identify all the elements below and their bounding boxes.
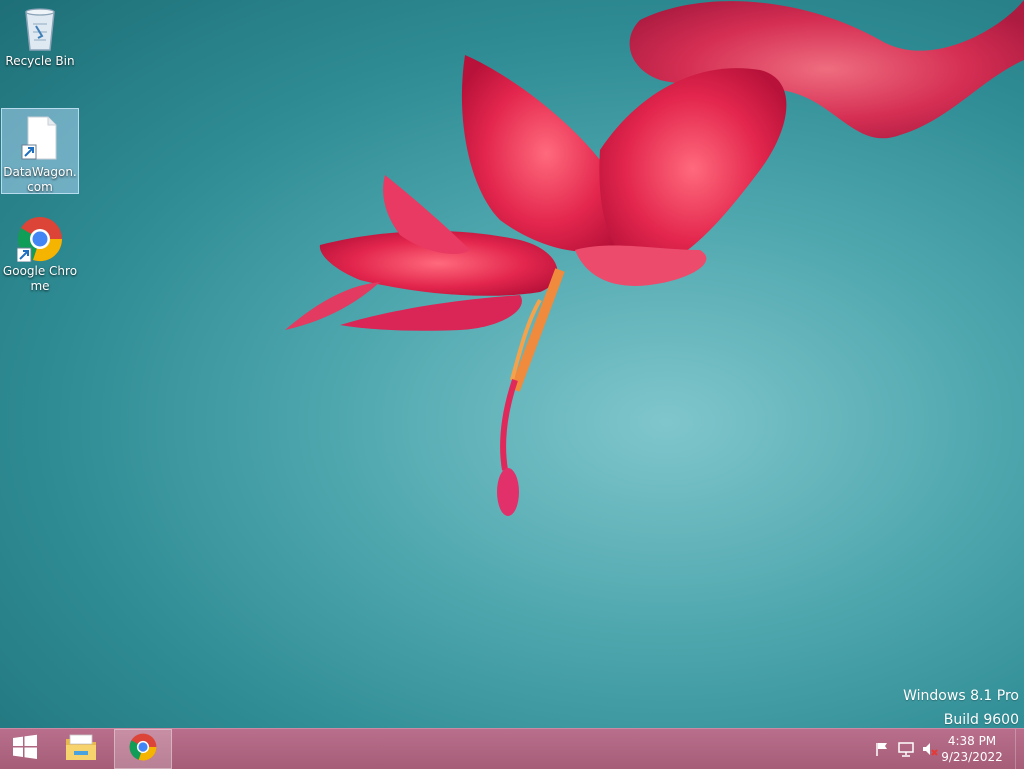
desktop-icon-recycle-bin[interactable]: Recycle Bin <box>2 6 78 69</box>
start-button[interactable] <box>0 729 50 769</box>
flag-icon[interactable] <box>874 741 890 757</box>
windows-watermark: Windows 8.1 Pro Build 9600 <box>903 684 1019 732</box>
chrome-icon <box>16 216 63 263</box>
desktop-icon-label: DataWagon.com <box>3 165 77 194</box>
desktop-wallpaper <box>285 0 1024 516</box>
volume-muted-icon[interactable] <box>922 741 938 757</box>
show-desktop-button[interactable] <box>1015 729 1024 769</box>
desktop-icon-label: Recycle Bin <box>5 54 75 68</box>
clock-date: 9/23/2022 <box>941 750 1003 764</box>
network-icon[interactable] <box>898 741 914 757</box>
chrome-icon <box>129 733 157 765</box>
document-shortcut-icon <box>20 115 60 163</box>
desktop-icon-label: Google Chrome <box>2 264 78 293</box>
taskbar-google-chrome[interactable] <box>114 729 172 769</box>
watermark-edition: Windows 8.1 Pro <box>903 688 1019 704</box>
desktop-icon-google-chrome[interactable]: Google Chrome <box>2 216 78 294</box>
folder-icon <box>65 733 97 765</box>
taskbar: 4:38 PM 9/23/2022 <box>0 728 1024 769</box>
system-clock[interactable]: 4:38 PM 9/23/2022 <box>937 733 1007 765</box>
recycle-bin-icon <box>22 6 58 52</box>
windows-start-icon <box>12 734 38 764</box>
taskbar-file-explorer[interactable] <box>58 729 104 769</box>
clock-time: 4:38 PM <box>947 734 997 748</box>
desktop-icon-datawagon[interactable]: DataWagon.com <box>1 108 79 194</box>
